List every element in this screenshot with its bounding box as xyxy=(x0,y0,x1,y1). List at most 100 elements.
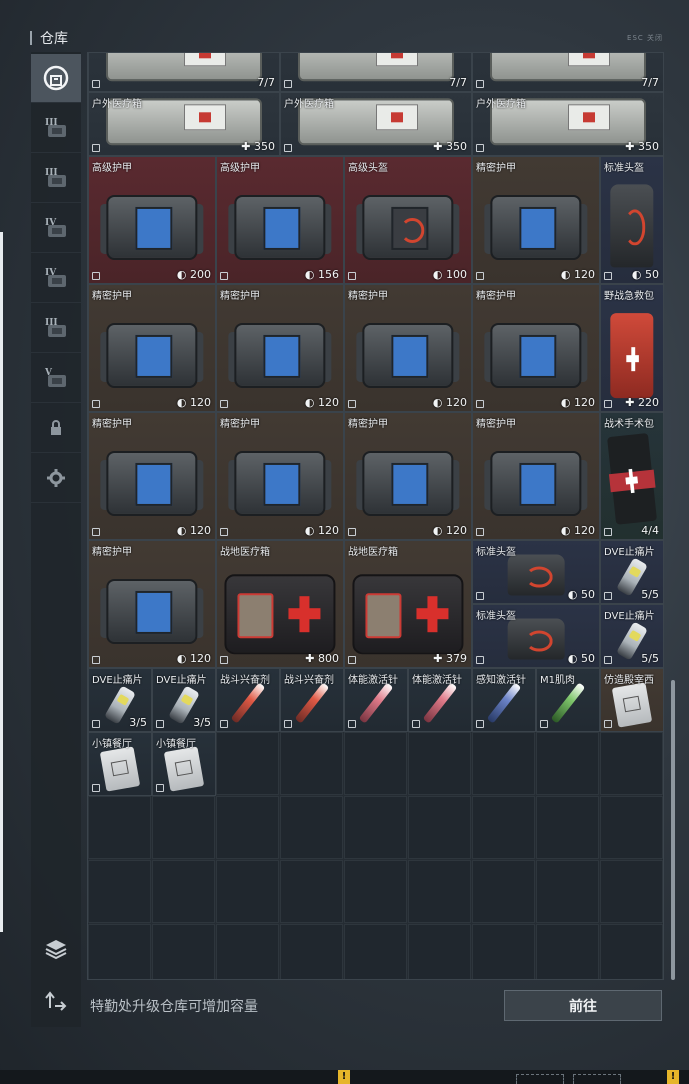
sidebar-tab-6[interactable]: V xyxy=(31,354,81,403)
warning-icon[interactable]: ! xyxy=(338,1070,350,1084)
inventory-item[interactable]: 战斗兴奋剂 xyxy=(280,668,344,732)
grid-cell[interactable] xyxy=(600,732,663,795)
inventory-item[interactable]: 体能激活针 xyxy=(344,668,408,732)
inventory-item[interactable]: 精密护甲 ◐ 120 xyxy=(472,284,600,412)
grid-cell[interactable] xyxy=(600,796,663,859)
sidebar-tab-7[interactable] xyxy=(31,404,81,453)
item-count: ◐ 120 xyxy=(560,524,595,537)
grid-cell[interactable] xyxy=(408,924,471,979)
inventory-item[interactable]: 精密护甲 ◐ 120 xyxy=(88,540,216,668)
inventory-item[interactable]: DVE止痛片 5/5 xyxy=(600,604,663,668)
inventory-item[interactable]: 精密护甲 ◐ 120 xyxy=(344,284,472,412)
sidebar-tab-5[interactable]: III xyxy=(31,304,81,353)
grid-cell[interactable] xyxy=(216,732,279,795)
grid-cell[interactable] xyxy=(152,860,215,923)
grid-cell[interactable] xyxy=(472,732,535,795)
inventory-item[interactable]: 7/7 xyxy=(280,53,472,92)
inventory-item[interactable]: DVE止痛片 3/5 xyxy=(152,668,216,732)
grid-cell[interactable] xyxy=(600,860,663,923)
inventory-item[interactable]: 仿造殿宰西 xyxy=(600,668,663,732)
grid-cell[interactable] xyxy=(88,796,151,859)
grid-cell[interactable] xyxy=(408,732,471,795)
inventory-item[interactable]: M1肌肉 xyxy=(536,668,600,732)
armor-vest-icon xyxy=(228,188,332,266)
inventory-item[interactable]: 精密护甲 ◐ 120 xyxy=(216,412,344,540)
inventory-item[interactable]: DVE止痛片 3/5 xyxy=(88,668,152,732)
item-corner-icon xyxy=(476,80,484,88)
grid-cell[interactable] xyxy=(408,860,471,923)
inventory-item[interactable]: 户外医疗箱 ✚ 350 xyxy=(472,92,663,156)
item-count: ◐ 120 xyxy=(432,524,467,537)
inventory-item[interactable]: 高级护甲 ◐ 200 xyxy=(88,156,216,284)
grid-cell[interactable] xyxy=(280,924,343,979)
grid-cell[interactable] xyxy=(472,796,535,859)
inventory-item[interactable]: 精密护甲 ◐ 120 xyxy=(344,412,472,540)
inventory-item[interactable]: 体能激活针 xyxy=(408,668,472,732)
scrollbar[interactable] xyxy=(671,680,675,980)
grid-cell[interactable] xyxy=(472,860,535,923)
grid-cell[interactable] xyxy=(344,924,407,979)
grid-cell[interactable] xyxy=(152,924,215,979)
grid-cell[interactable] xyxy=(536,860,599,923)
layers-button[interactable] xyxy=(31,924,81,972)
grid-cell[interactable] xyxy=(280,860,343,923)
grid-cell[interactable] xyxy=(216,924,279,979)
item-name: 精密护甲 xyxy=(92,291,132,302)
inventory-item[interactable]: 战地医疗箱 ✚ 379 xyxy=(344,540,472,668)
grid-cell[interactable] xyxy=(600,924,663,979)
inventory-item[interactable]: DVE止痛片 5/5 xyxy=(600,540,663,604)
inventory-item[interactable]: 战地医疗箱 ✚ 800 xyxy=(216,540,344,668)
grid-cell[interactable] xyxy=(344,796,407,859)
warning-icon[interactable]: ! xyxy=(667,1070,679,1084)
grid-cell[interactable] xyxy=(88,924,151,979)
sidebar-tab-1[interactable]: III xyxy=(31,104,81,153)
grid-cell[interactable] xyxy=(88,860,151,923)
item-name: 精密护甲 xyxy=(92,547,132,558)
inventory-item[interactable]: 标准头盔 ◐ 50 xyxy=(600,156,663,284)
inventory-item[interactable]: 精密护甲 ◐ 120 xyxy=(472,156,600,284)
inventory-item[interactable]: 感知激活针 xyxy=(472,668,536,732)
dock-slot[interactable] xyxy=(573,1074,621,1084)
item-corner-icon xyxy=(476,144,484,152)
inventory-item[interactable]: 小镇餐厅 xyxy=(152,732,216,796)
sidebar-tab-0[interactable] xyxy=(31,54,81,103)
sort-button[interactable] xyxy=(31,976,81,1024)
grid-cell[interactable] xyxy=(216,796,279,859)
grid-cell[interactable] xyxy=(280,732,343,795)
inventory-item[interactable]: 精密护甲 ◐ 120 xyxy=(472,412,600,540)
grid-cell[interactable] xyxy=(536,924,599,979)
inventory-item[interactable]: 高级护甲 ◐ 156 xyxy=(216,156,344,284)
inventory-item[interactable]: 野战急救包 ✚ 220 xyxy=(600,284,663,412)
inventory-item[interactable]: 7/7 xyxy=(472,53,663,92)
bandage-icon xyxy=(99,746,141,792)
sidebar-tab-2[interactable]: III xyxy=(31,154,81,203)
sidebar-tab-8[interactable] xyxy=(31,454,81,503)
item-count: ◐ 156 xyxy=(304,268,339,281)
go-button[interactable]: 前往 xyxy=(504,990,662,1021)
inventory-item[interactable]: 战术手术包 4/4 xyxy=(600,412,663,540)
inventory-item[interactable]: 战斗兴奋剂 xyxy=(216,668,280,732)
sidebar-tab-3[interactable]: IV xyxy=(31,204,81,253)
inventory-item[interactable]: 精密护甲 ◐ 120 xyxy=(88,284,216,412)
inventory-item[interactable]: 精密护甲 ◐ 120 xyxy=(216,284,344,412)
grid-cell[interactable] xyxy=(216,860,279,923)
grid-cell[interactable] xyxy=(152,796,215,859)
inventory-item[interactable]: 精密护甲 ◐ 120 xyxy=(88,412,216,540)
inventory-item[interactable]: 户外医疗箱 ✚ 350 xyxy=(88,92,280,156)
grid-cell[interactable] xyxy=(536,732,599,795)
grid-cell[interactable] xyxy=(280,796,343,859)
item-name: 小镇餐厅 xyxy=(92,739,132,750)
grid-cell[interactable] xyxy=(344,732,407,795)
dock-slot[interactable] xyxy=(516,1074,564,1084)
inventory-item[interactable]: 户外医疗箱 ✚ 350 xyxy=(280,92,472,156)
inventory-item[interactable]: 小镇餐厅 xyxy=(88,732,152,796)
inventory-item[interactable]: 7/7 xyxy=(88,53,280,92)
grid-cell[interactable] xyxy=(536,796,599,859)
grid-cell[interactable] xyxy=(472,924,535,979)
grid-cell[interactable] xyxy=(408,796,471,859)
inventory-item[interactable]: 标准头盔 ◐ 50 xyxy=(472,540,600,604)
inventory-item[interactable]: 标准头盔 ◐ 50 xyxy=(472,604,600,668)
inventory-item[interactable]: 高级头盔 ◐ 100 xyxy=(344,156,472,284)
grid-cell[interactable] xyxy=(344,860,407,923)
sidebar-tab-4[interactable]: IV xyxy=(31,254,81,303)
